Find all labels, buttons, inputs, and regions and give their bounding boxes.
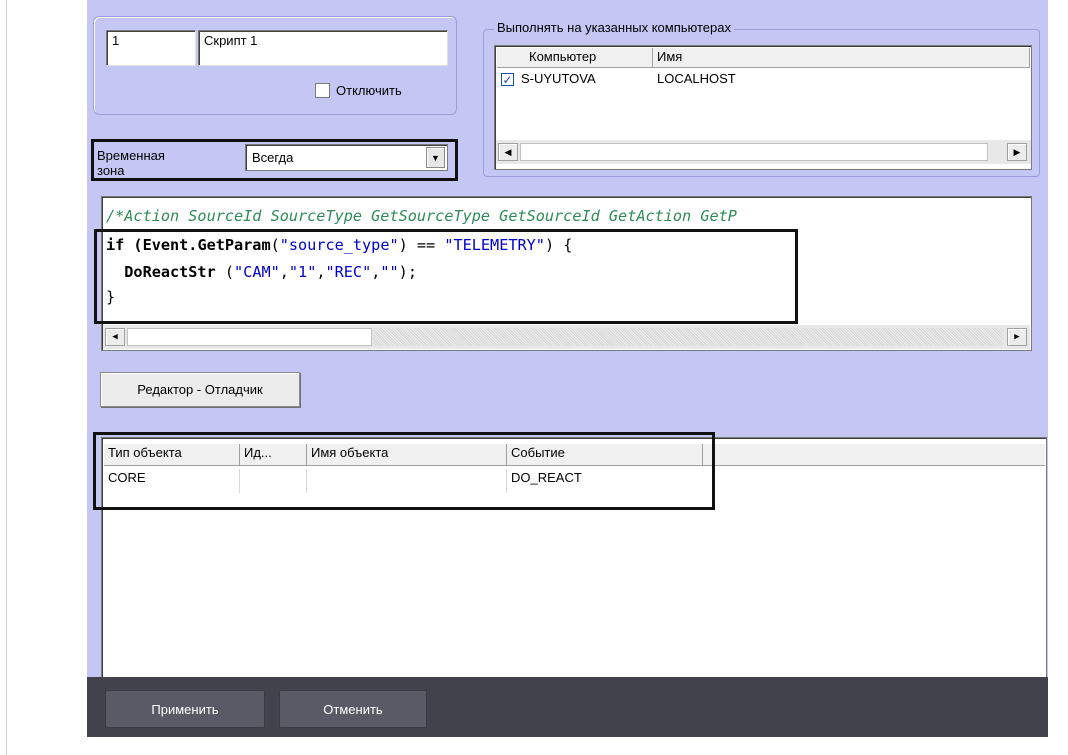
computers-hscrollbar[interactable]: ◀ ▶	[496, 140, 1031, 164]
timezone-highlight	[91, 139, 458, 181]
scroll-right-icon[interactable]: ▶	[1007, 143, 1027, 161]
code-hscroll-thumb[interactable]	[127, 328, 372, 346]
computers-list[interactable]: Компьютер Имя ✓ S-UYUTOVA LOCALHOST ◀ ▶	[494, 45, 1032, 170]
computers-group-title: Выполнять на указанных компьютерах	[494, 20, 734, 35]
code-hscroll-track[interactable]	[373, 328, 1003, 346]
cancel-button[interactable]: Отменить	[279, 690, 427, 728]
disable-checkbox[interactable]: Отключить	[315, 83, 402, 98]
code-line-1: /*Action SourceId SourceType GetSourceTy…	[106, 207, 737, 225]
script-name-field[interactable]: Скрипт 1	[198, 30, 448, 66]
debugger-button[interactable]: Редактор - Отладчик	[100, 372, 300, 407]
page-border-line	[6, 0, 7, 755]
scroll-left-icon[interactable]: ◀	[498, 143, 518, 161]
objects-highlight	[93, 432, 715, 510]
disable-checkbox-label: Отключить	[336, 83, 402, 98]
script-name-value: Скрипт 1	[204, 33, 258, 48]
computers-col-name[interactable]: Имя	[653, 48, 1030, 68]
computer-row-name: LOCALHOST	[657, 71, 736, 86]
computers-col-computer[interactable]: Компьютер	[525, 48, 653, 68]
computers-hscroll-thumb[interactable]	[520, 143, 988, 161]
computer-row-computer: S-UYUTOVA	[521, 71, 596, 86]
script-number-field[interactable]: 1	[106, 30, 196, 66]
script-number-value: 1	[112, 33, 120, 48]
computers-col-check	[497, 48, 525, 68]
scroll-right-icon[interactable]: ▶	[1007, 328, 1027, 346]
computers-row[interactable]: ✓ S-UYUTOVA LOCALHOST	[497, 69, 1030, 91]
objects-header-filler	[703, 444, 1045, 466]
apply-button[interactable]: Применить	[105, 690, 265, 728]
computer-row-checkbox[interactable]: ✓	[501, 73, 514, 86]
disable-checkbox-box[interactable]	[315, 83, 330, 98]
scroll-left-icon[interactable]: ◀	[105, 328, 125, 346]
code-highlight	[94, 229, 798, 324]
code-hscrollbar[interactable]: ◀ ▶	[103, 325, 1030, 349]
